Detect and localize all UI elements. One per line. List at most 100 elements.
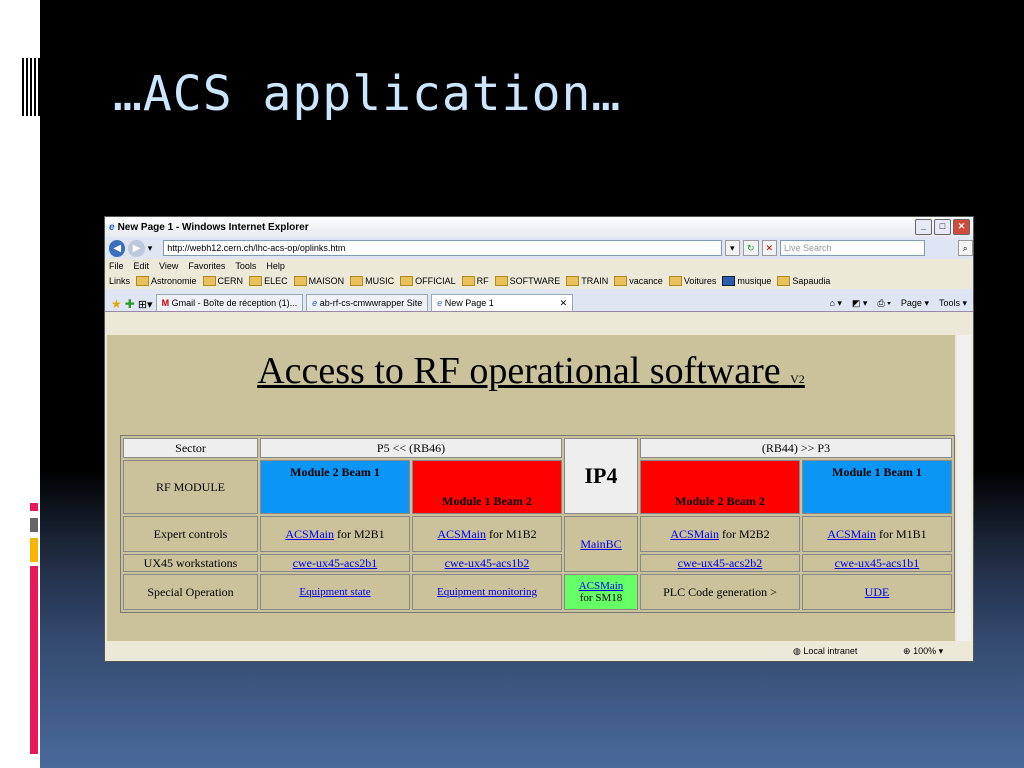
link-item[interactable]: Sapaudia [777,276,830,287]
favorites-star-icon[interactable]: ★ [111,297,122,311]
tab-close-icon[interactable]: ✕ [560,295,568,311]
right-sector: (RB44) >> P3 [640,438,952,458]
special-cell: Equipment monitoring [412,574,562,610]
page-heading: Access to RF operational software V2 [257,350,805,392]
equipment-state-link[interactable]: Equipment state [299,586,370,598]
link-item[interactable]: Astronomie [136,276,197,287]
link-item[interactable]: SOFTWARE [494,276,560,287]
tab-gmail[interactable]: M Gmail - Boîte de réception (1)... [155,294,304,311]
menu-help[interactable]: Help [266,261,285,271]
folder-icon [668,276,682,287]
module-cell: Module 1 Beam 1 [802,460,952,514]
menu-view[interactable]: View [159,261,178,271]
link-item[interactable]: MAISON [293,276,344,287]
gmail-icon: M [161,298,170,308]
home-icon[interactable]: ⌂ ▾ [829,295,841,311]
ude-link[interactable]: UDE [865,585,890,599]
link-item[interactable]: OFFICIAL [400,276,456,287]
links-label: Links [109,276,131,286]
special-cell: Equipment state [260,574,410,610]
link-item[interactable]: Voitures [668,276,716,287]
links-bar: Links Astronomie CERN ELEC MAISON MUSIC … [105,273,973,289]
ie-icon: e [437,298,443,308]
link-item[interactable]: ELEC [249,276,288,287]
folder-icon [777,276,791,287]
link-item[interactable]: musique [722,276,771,287]
menu-favorites[interactable]: Favorites [188,261,225,271]
acsmain-link[interactable]: ACSMain [670,527,719,541]
print-icon[interactable]: ⎙ ▾ [877,295,890,311]
workstation-link[interactable]: cwe-ux45-acs1b2 [445,556,530,570]
accent-bar [30,538,38,562]
dropdown-icon[interactable]: ▾ [148,243,153,254]
tab-cmwwrapper[interactable]: e ab-rf-cs-cmwwrapper Site [306,294,429,311]
folder-icon [566,276,580,287]
ip4-label: IP4 [564,438,638,514]
workstation-link[interactable]: cwe-ux45-acs2b1 [293,556,378,570]
acsmain-link[interactable]: ACSMain [285,527,334,541]
expert-controls-label: Expert controls [123,516,258,552]
stop-icon[interactable]: ✕ [761,240,777,256]
tools-menu[interactable]: Tools ▾ [939,295,967,311]
page-menu[interactable]: Page ▾ [901,295,929,311]
close-button[interactable]: ✕ [953,219,970,235]
forward-icon[interactable]: ▶ [128,239,145,257]
minimize-button[interactable]: _ [915,219,932,235]
folder-icon [722,276,736,287]
slide-title: …ACS application… [113,66,622,122]
refresh-icon[interactable]: ↻ [743,240,759,256]
add-favorites-icon[interactable]: ✚ [125,297,135,311]
search-input[interactable]: Live Search [779,240,925,256]
link-item[interactable]: MUSIC [350,276,394,287]
globe-icon: ◍ [793,645,801,656]
acsmain-link[interactable]: ACSMain [827,527,876,541]
link-item[interactable]: vacance [614,276,663,287]
folder-icon [136,276,150,287]
ie-icon: e [312,298,318,308]
sm18-cell: ACSMain for SM18 [564,574,638,610]
folder-icon [494,276,508,287]
mainbc-link[interactable]: MainBC [580,537,621,551]
zoom-control[interactable]: ⊕ 100% ▾ [903,646,973,657]
folder-icon [249,276,263,287]
search-icon[interactable]: ⌕ [957,240,973,256]
menu-file[interactable]: File [109,261,124,271]
ux45-cell: cwe-ux45-acs1b1 [802,554,952,572]
vertical-scrollbar[interactable] [957,335,971,641]
folder-icon [293,276,307,287]
url-input[interactable]: http://webh12.cern.ch/lhc-acs-op/oplinks… [163,240,722,256]
expert-cell: ACSMain for M1B2 [412,516,562,552]
tab-new-page[interactable]: e New Page 1 ✕ [431,294,574,311]
equipment-monitoring-link[interactable]: Equipment monitoring [437,586,537,598]
acsmain-link[interactable]: ACSMain [437,527,486,541]
zoom-icon: ⊕ [903,645,911,656]
folder-icon [614,276,628,287]
left-sector: P5 << (RB46) [260,438,562,458]
operations-table: Sector P5 << (RB46) IP4 (RB44) >> P3 RF … [120,435,955,613]
link-item[interactable]: RF [461,276,489,287]
folder-icon [350,276,364,287]
link-item[interactable]: CERN [202,276,243,287]
back-icon[interactable]: ◀ [109,239,126,257]
plc-code-label: PLC Code generation > [640,574,800,610]
maximize-button[interactable]: □ [934,219,951,235]
decorative-bars [22,58,40,116]
workstation-link[interactable]: cwe-ux45-acs2b2 [678,556,763,570]
feeds-icon[interactable]: ◩ ▾ [852,295,868,311]
sector-label: Sector [123,438,258,458]
window-title: New Page 1 - Windows Internet Explorer [117,221,309,233]
quick-tabs-icon[interactable]: ⊞▾ [138,298,153,311]
folder-icon [461,276,475,287]
acsmain-sm18-link[interactable]: ACSMain [579,580,624,592]
workstation-link[interactable]: cwe-ux45-acs1b1 [835,556,920,570]
module-cell: Module 2 Beam 2 [640,460,800,514]
special-cell: UDE [802,574,952,610]
url-dropdown-icon[interactable]: ▾ [724,240,741,256]
link-item[interactable]: TRAIN [566,276,608,287]
ux45-label: UX45 workstations [123,554,258,572]
ie-logo-icon: e [109,221,115,233]
ux45-cell: cwe-ux45-acs2b2 [640,554,800,572]
menu-tools[interactable]: Tools [235,261,256,271]
menu-edit[interactable]: Edit [134,261,150,271]
folder-icon [202,276,216,287]
